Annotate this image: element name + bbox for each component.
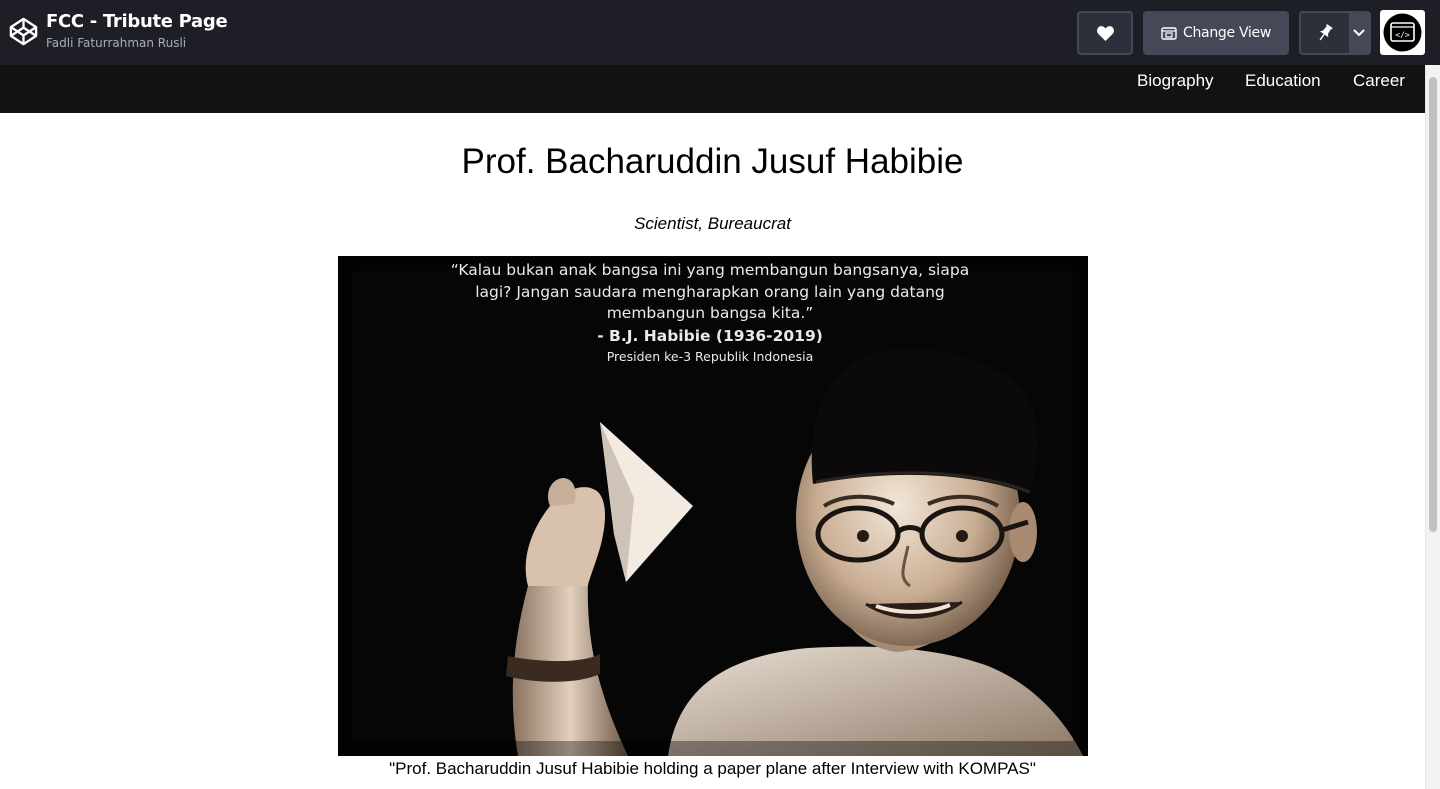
page-title: Prof. Bacharuddin Jusuf Habibie — [461, 142, 964, 181]
pen-title[interactable]: FCC - Tribute Page — [46, 11, 228, 32]
quote-author: - B.J. Habibie (1936-2019) — [597, 326, 823, 345]
nav-link-biography[interactable]: Biography — [1137, 71, 1214, 91]
tribute-image: “Kalau bukan anak bangsa ini yang memban… — [338, 256, 1088, 756]
page-subtitle: Scientist, Bureaucrat — [634, 214, 791, 233]
top-navigation: Biography Education Career — [0, 65, 1425, 113]
change-view-icon — [1161, 26, 1177, 40]
chevron-down-icon — [1353, 29, 1365, 36]
codepen-logo-icon[interactable] — [8, 16, 39, 47]
svg-text:</>: </> — [1395, 31, 1410, 40]
quote-line: lagi? Jangan saudara mengharapkan orang … — [475, 282, 945, 301]
pin-dropdown-toggle[interactable] — [1349, 13, 1369, 53]
image-quote: “Kalau bukan anak bangsa ini yang memban… — [338, 260, 1082, 366]
code-avatar-icon: </> — [1383, 13, 1422, 52]
pin-action[interactable] — [1301, 13, 1349, 53]
love-button[interactable] — [1077, 11, 1133, 55]
codepen-header: FCC - Tribute Page Fadli Faturrahman Rus… — [0, 0, 1440, 65]
nav-link-education[interactable]: Education — [1245, 71, 1321, 91]
image-caption: "Prof. Bacharuddin Jusuf Habibie holding… — [389, 759, 1036, 778]
nav-link-career[interactable]: Career — [1353, 71, 1405, 91]
pen-author[interactable]: Fadli Faturrahman Rusli — [46, 36, 186, 50]
quote-line: membangun bangsa kita.” — [606, 304, 814, 322]
quote-line: “Kalau bukan anak bangsa ini yang memban… — [450, 261, 970, 279]
quote-role: Presiden ke-3 Republik Indonesia — [606, 348, 814, 364]
preview-scrollbar[interactable] — [1425, 65, 1440, 789]
heart-icon — [1096, 25, 1114, 41]
change-view-label: Change View — [1183, 25, 1271, 41]
user-avatar[interactable]: </> — [1380, 10, 1425, 55]
pin-button[interactable] — [1299, 11, 1371, 55]
scrollbar-thumb[interactable] — [1429, 77, 1437, 532]
pin-icon — [1319, 24, 1333, 41]
change-view-button[interactable]: Change View — [1143, 11, 1289, 55]
